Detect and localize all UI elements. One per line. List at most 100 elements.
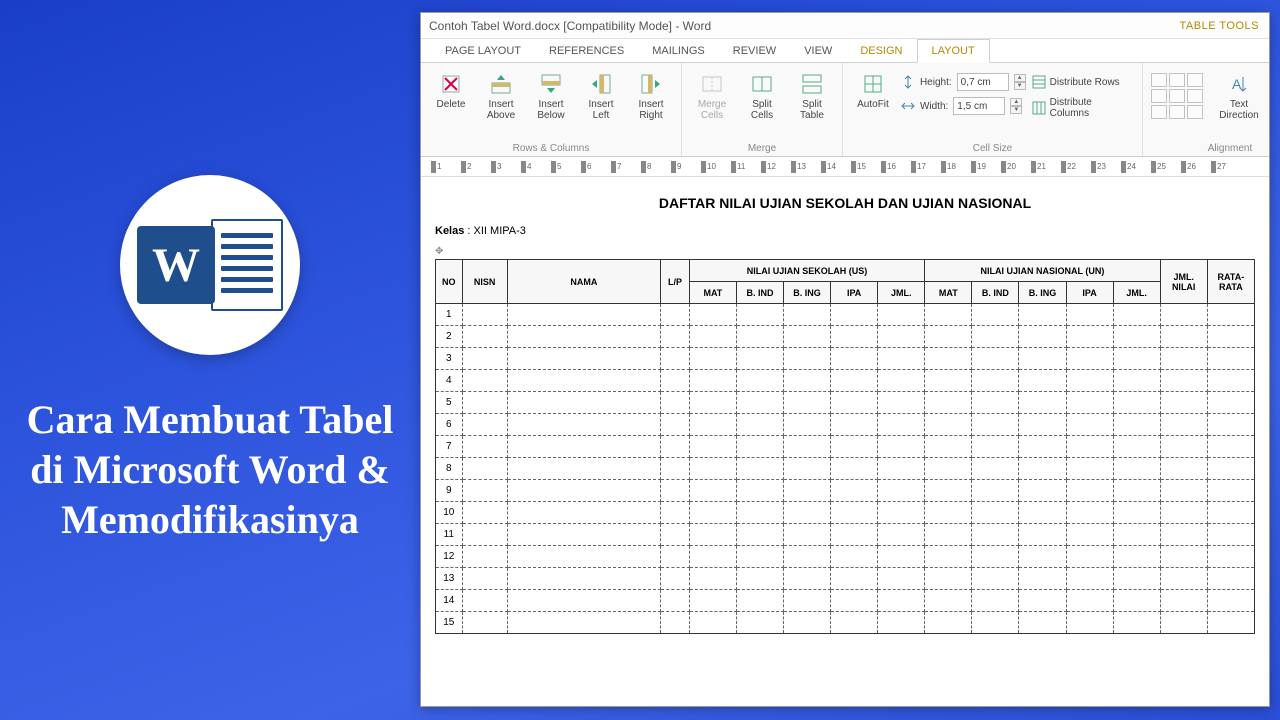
cell[interactable] [1113, 326, 1160, 348]
cell[interactable] [1207, 326, 1254, 348]
cell[interactable] [736, 326, 783, 348]
tab-design[interactable]: DESIGN [846, 40, 916, 62]
cell[interactable] [1066, 370, 1113, 392]
th-un-ipa[interactable]: IPA [1066, 282, 1113, 304]
cell[interactable] [784, 590, 831, 612]
delete-button[interactable]: Delete [429, 67, 473, 110]
cell[interactable] [784, 370, 831, 392]
width-spinner[interactable]: ▲▼ [1010, 98, 1022, 114]
cell[interactable] [507, 458, 661, 480]
cell[interactable] [972, 458, 1019, 480]
tab-references[interactable]: REFERENCES [535, 40, 638, 62]
cell-no[interactable]: 6 [436, 414, 463, 436]
cell[interactable] [784, 304, 831, 326]
cell[interactable] [1207, 348, 1254, 370]
cell[interactable] [1207, 436, 1254, 458]
cell[interactable] [736, 348, 783, 370]
cell[interactable] [689, 458, 736, 480]
cell[interactable] [661, 458, 690, 480]
split-cells-button[interactable]: Split Cells [740, 67, 784, 121]
distribute-rows-button[interactable]: Distribute Rows [1032, 75, 1134, 89]
cell[interactable] [462, 348, 507, 370]
cell[interactable] [462, 480, 507, 502]
cell[interactable] [507, 568, 661, 590]
cell[interactable] [1207, 590, 1254, 612]
table-row[interactable]: 9 [436, 480, 1255, 502]
cell[interactable] [972, 326, 1019, 348]
cell[interactable] [462, 304, 507, 326]
cell[interactable] [689, 414, 736, 436]
cell[interactable] [878, 326, 925, 348]
insert-left-button[interactable]: Insert Left [579, 67, 623, 121]
th-us-group[interactable]: NILAI UJIAN SEKOLAH (US) [689, 260, 924, 282]
cell[interactable] [1160, 590, 1207, 612]
cell-no[interactable]: 15 [436, 612, 463, 634]
table-move-handle[interactable]: ✥ [435, 246, 443, 257]
cell-no[interactable]: 11 [436, 524, 463, 546]
cell[interactable] [831, 458, 878, 480]
cell[interactable] [831, 370, 878, 392]
cell[interactable] [972, 524, 1019, 546]
cell[interactable] [736, 612, 783, 634]
cell[interactable] [1113, 436, 1160, 458]
cell[interactable] [689, 480, 736, 502]
cell[interactable] [972, 436, 1019, 458]
cell[interactable] [689, 348, 736, 370]
cell[interactable] [661, 480, 690, 502]
cell[interactable] [661, 568, 690, 590]
cell[interactable] [462, 590, 507, 612]
cell[interactable] [878, 502, 925, 524]
cell[interactable] [972, 590, 1019, 612]
cell[interactable] [661, 436, 690, 458]
table-row[interactable]: 12 [436, 546, 1255, 568]
cell-no[interactable]: 4 [436, 370, 463, 392]
cell[interactable] [925, 502, 972, 524]
table-row[interactable]: 14 [436, 590, 1255, 612]
cell[interactable] [784, 392, 831, 414]
cell-no[interactable]: 10 [436, 502, 463, 524]
cell[interactable] [925, 304, 972, 326]
table-row[interactable]: 7 [436, 436, 1255, 458]
cell[interactable] [661, 612, 690, 634]
cell[interactable] [1066, 414, 1113, 436]
cell[interactable] [1207, 370, 1254, 392]
cell[interactable] [972, 348, 1019, 370]
cell[interactable] [1066, 502, 1113, 524]
cell[interactable] [784, 568, 831, 590]
cell-no[interactable]: 8 [436, 458, 463, 480]
cell[interactable] [1113, 480, 1160, 502]
cell[interactable] [507, 524, 661, 546]
cell[interactable] [1160, 546, 1207, 568]
cell[interactable] [1113, 458, 1160, 480]
cell[interactable] [736, 480, 783, 502]
cell[interactable] [1113, 370, 1160, 392]
th-lp[interactable]: L/P [661, 260, 690, 304]
cell[interactable] [736, 458, 783, 480]
th-un-jml[interactable]: JML. [1113, 282, 1160, 304]
cell[interactable] [831, 480, 878, 502]
cell[interactable] [972, 612, 1019, 634]
cell[interactable] [507, 348, 661, 370]
cell[interactable] [1207, 568, 1254, 590]
cell[interactable] [661, 546, 690, 568]
height-input[interactable]: 0,7 cm [957, 73, 1009, 91]
cell[interactable] [736, 414, 783, 436]
cell[interactable] [661, 524, 690, 546]
cell[interactable] [661, 370, 690, 392]
table-row[interactable]: 5 [436, 392, 1255, 414]
cell[interactable] [878, 568, 925, 590]
cell[interactable] [462, 612, 507, 634]
insert-right-button[interactable]: Insert Right [629, 67, 673, 121]
cell[interactable] [1019, 370, 1066, 392]
cell[interactable] [1066, 304, 1113, 326]
cell[interactable] [878, 612, 925, 634]
cell[interactable] [507, 436, 661, 458]
th-un-group[interactable]: NILAI UJIAN NASIONAL (UN) [925, 260, 1160, 282]
cell[interactable] [689, 612, 736, 634]
cell[interactable] [831, 348, 878, 370]
cell[interactable] [784, 348, 831, 370]
table-row[interactable]: 6 [436, 414, 1255, 436]
cell[interactable] [925, 414, 972, 436]
th-un-bind[interactable]: B. IND [972, 282, 1019, 304]
cell-no[interactable]: 3 [436, 348, 463, 370]
